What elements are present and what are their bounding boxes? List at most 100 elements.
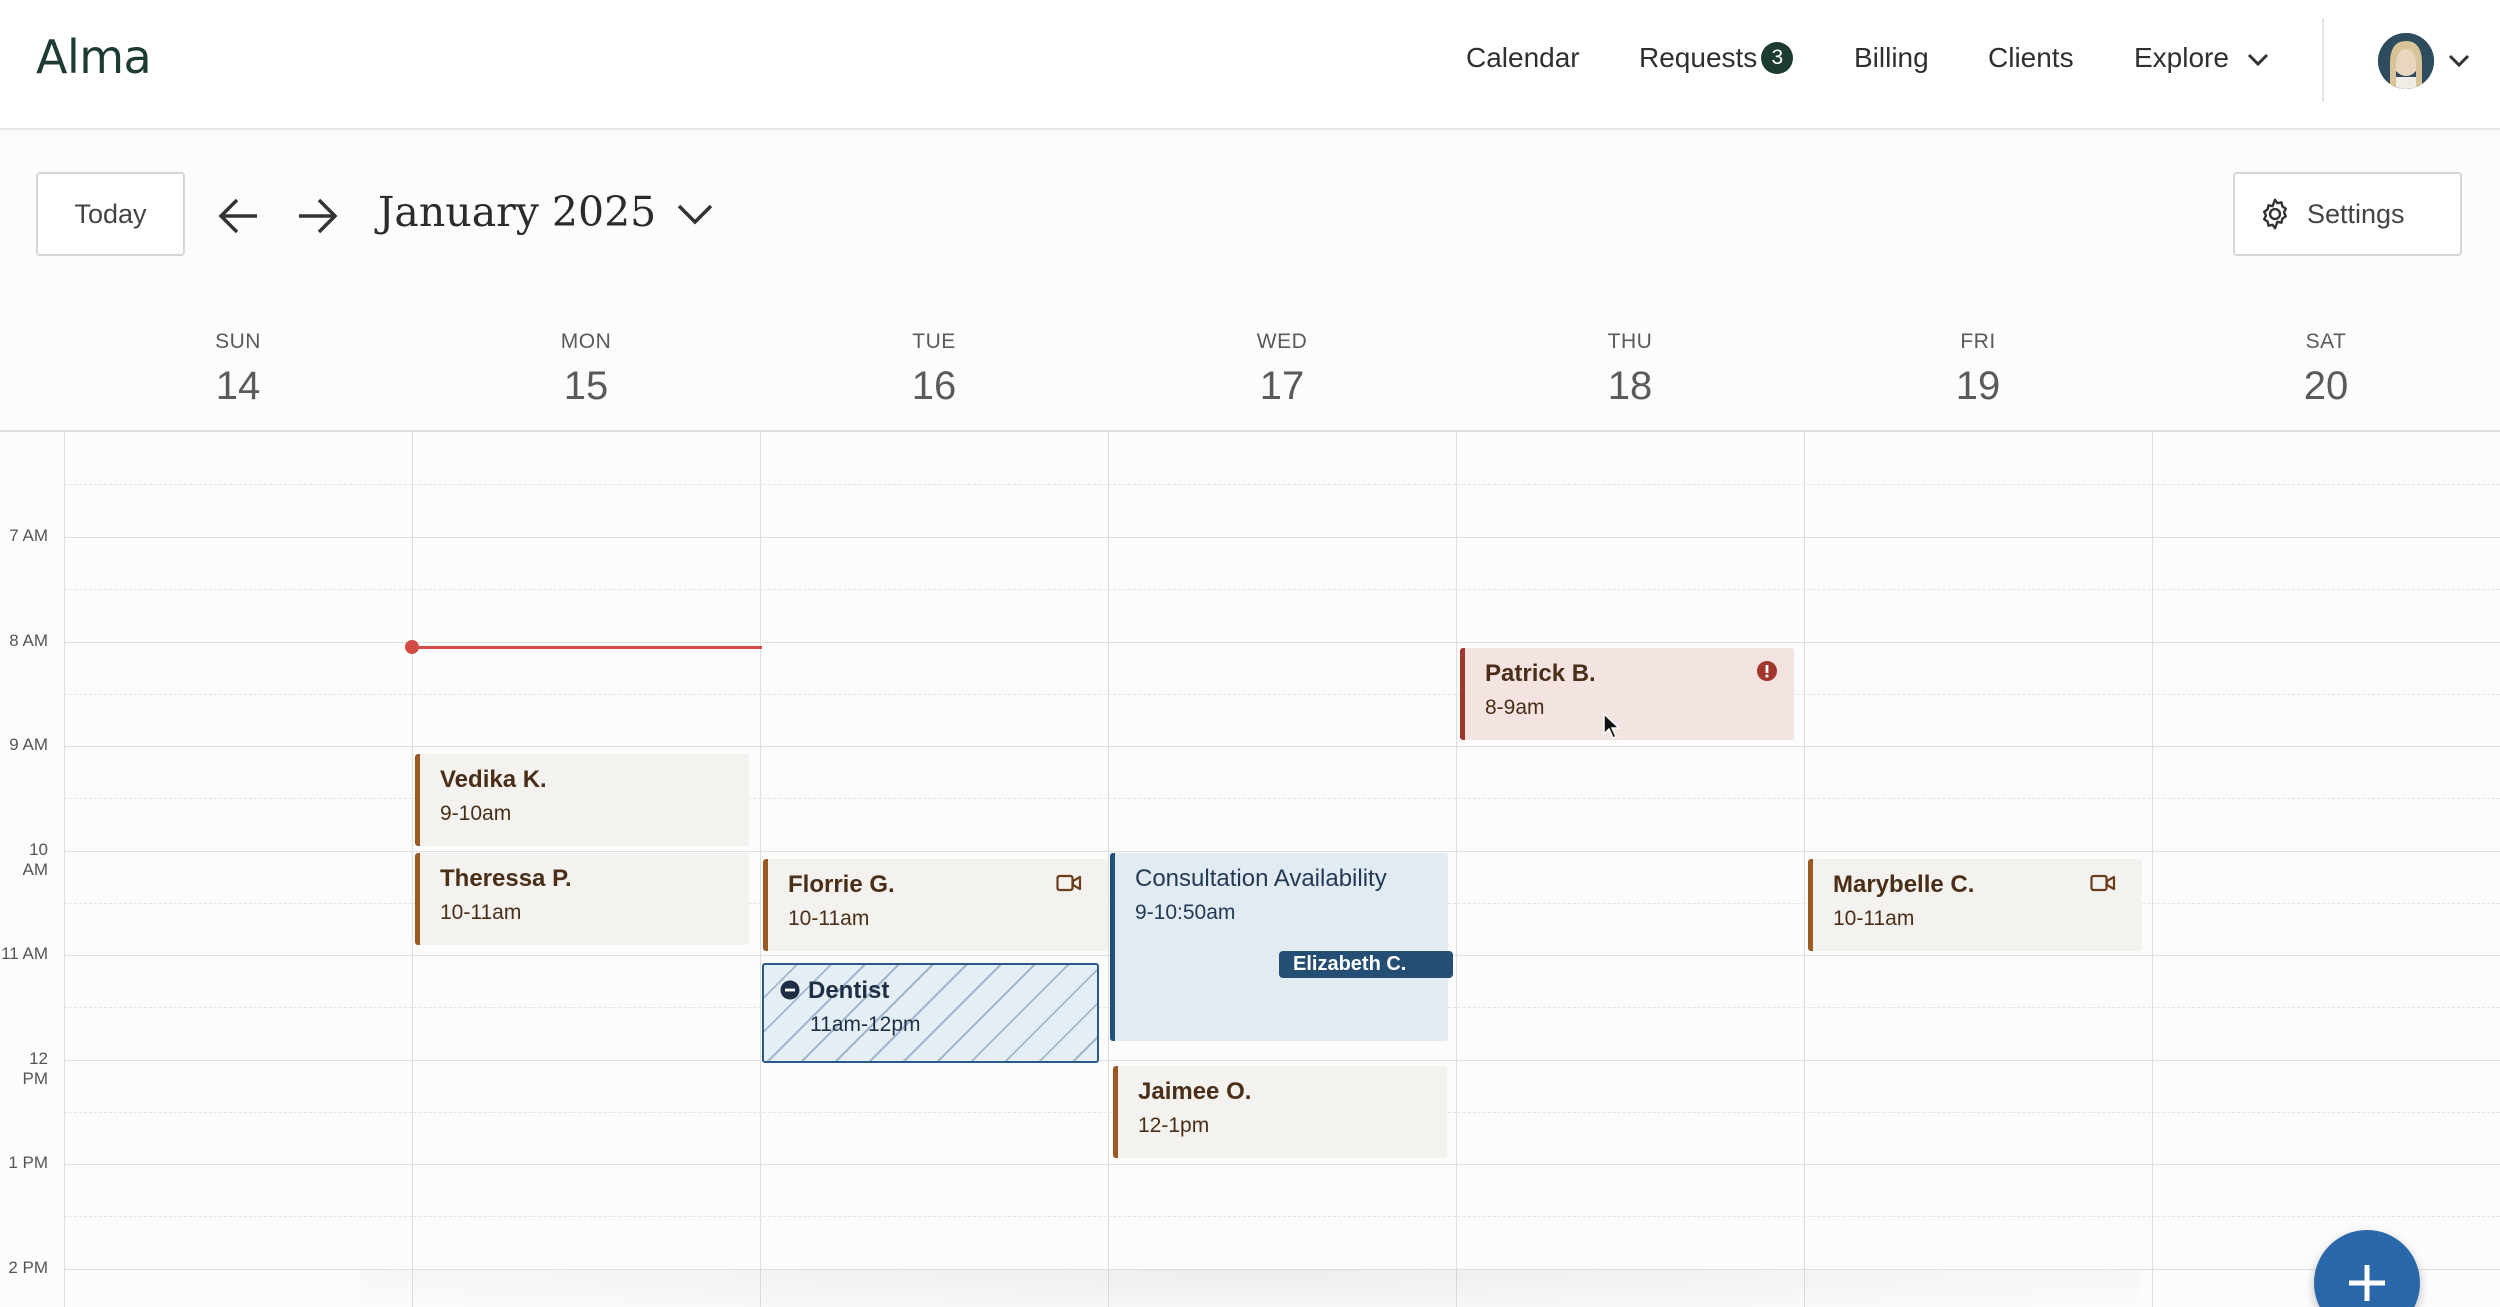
day-number: 14 — [215, 364, 261, 408]
column-line — [2152, 432, 2153, 1307]
plus-icon — [2349, 1265, 2385, 1301]
day-header-thu[interactable]: THU 18 — [1456, 330, 1804, 409]
account-chevron-down-icon[interactable] — [2448, 54, 2470, 68]
day-number: 17 — [1259, 364, 1305, 408]
current-time-dot — [405, 640, 419, 654]
user-avatar[interactable] — [2378, 33, 2434, 89]
alert-icon — [1757, 661, 1777, 681]
event-theressa[interactable]: Theressa P. 10-11am — [415, 853, 749, 945]
event-time: 11am-12pm — [810, 1013, 921, 1036]
alma-logo[interactable]: Alma — [36, 30, 152, 84]
event-time: 10-11am — [1833, 907, 1915, 930]
hour-line — [64, 851, 2500, 852]
event-jaimee[interactable]: Jaimee O. 12-1pm — [1113, 1066, 1447, 1158]
arrow-left-icon[interactable] — [217, 196, 261, 236]
month-chevron-down-icon[interactable] — [676, 202, 714, 226]
hour-line — [64, 746, 2500, 747]
nav-billing[interactable]: Billing — [1854, 42, 1929, 82]
event-time: 9-10am — [440, 802, 512, 825]
hour-line — [64, 1060, 2500, 1061]
event-vedika[interactable]: Vedika K. 9-10am — [415, 754, 749, 846]
time-label: 7 AM — [9, 526, 48, 545]
day-name: SUN — [215, 330, 261, 353]
event-time: 10-11am — [440, 901, 522, 924]
half-hour-line — [64, 694, 2500, 695]
event-florrie[interactable]: Florrie G. 10-11am — [763, 859, 1108, 951]
event-name: Patrick B. — [1485, 660, 1596, 687]
event-name-row: Dentist — [780, 977, 1081, 1005]
day-number: 18 — [1607, 364, 1653, 408]
time-label: 9 AM — [9, 735, 48, 754]
event-time: 12-1pm — [1138, 1114, 1210, 1137]
event-name: Theressa P. — [440, 865, 572, 892]
settings-label: Settings — [2307, 198, 2405, 229]
day-header-sun[interactable]: SUN 14 — [64, 330, 412, 409]
day-header-tue[interactable]: TUE 16 — [760, 330, 1108, 409]
nav-explore[interactable]: Explore — [2134, 42, 2269, 82]
today-button[interactable]: Today — [36, 172, 185, 256]
half-hour-line — [64, 484, 2500, 485]
bottom-shadow — [360, 1270, 2140, 1307]
day-name: FRI — [1960, 330, 1996, 353]
nav-divider — [2322, 18, 2324, 102]
chevron-down-icon — [2247, 53, 2268, 66]
nav-calendar[interactable]: Calendar — [1466, 42, 1580, 82]
nav-requests-label: Requests — [1639, 42, 1758, 73]
top-navigation-bar: Alma Calendar Requests 3 Billing Clients … — [0, 0, 2500, 130]
event-name: Florrie G. — [788, 871, 895, 898]
column-line — [412, 432, 413, 1307]
time-label: 2 PM — [8, 1258, 48, 1277]
day-header-fri[interactable]: FRI 19 — [1804, 330, 2152, 409]
event-name: Consultation Availability — [1135, 865, 1387, 892]
provider-tag: Elizabeth C. — [1279, 951, 1453, 978]
event-name: Dentist — [808, 977, 890, 1004]
day-number: 15 — [563, 364, 609, 408]
nav-explore-label: Explore — [2134, 42, 2229, 73]
time-label: 1 PM — [8, 1153, 48, 1172]
column-line — [760, 432, 761, 1307]
nav-requests[interactable]: Requests 3 — [1639, 42, 1794, 82]
event-name: Jaimee O. — [1138, 1078, 1252, 1105]
event-name: Vedika K. — [440, 766, 547, 793]
nav-clients[interactable]: Clients — [1988, 42, 2074, 82]
half-hour-line — [64, 589, 2500, 590]
settings-button[interactable]: Settings — [2233, 172, 2462, 256]
time-label: 11 AM — [1, 944, 48, 963]
column-line — [64, 432, 65, 1307]
day-number: 16 — [911, 364, 957, 408]
day-name: WED — [1256, 330, 1308, 353]
month-title: January 2025 — [378, 188, 657, 236]
block-icon — [780, 980, 800, 1000]
day-header-mon[interactable]: MON 15 — [412, 330, 760, 409]
event-name: Marybelle C. — [1833, 871, 1975, 898]
video-call-icon — [2090, 874, 2116, 892]
event-time: 10-11am — [788, 907, 870, 930]
day-header-sat[interactable]: SAT 20 — [2152, 330, 2500, 409]
day-name: SAT — [2305, 330, 2347, 353]
day-number: 19 — [1955, 364, 2001, 408]
arrow-right-icon[interactable] — [295, 196, 339, 236]
event-patrick[interactable]: Patrick B. 8-9am — [1460, 648, 1794, 740]
requests-count-badge: 3 — [1761, 42, 1794, 74]
day-name: MON — [560, 330, 612, 353]
hour-line — [64, 1164, 2500, 1165]
event-consultation-availability[interactable]: Consultation Availability 9-10:50am Eliz… — [1110, 853, 1453, 1041]
half-hour-line — [64, 1216, 2500, 1217]
column-line — [1804, 432, 1805, 1307]
event-marybelle[interactable]: Marybelle C. 10-11am — [1808, 859, 2142, 951]
time-label: 8 AM — [9, 631, 48, 650]
day-name: TUE — [912, 330, 956, 353]
current-time-line — [412, 646, 762, 649]
event-time: 8-9am — [1485, 696, 1545, 719]
time-label: 10 AM — [22, 840, 49, 879]
day-number: 20 — [2303, 364, 2349, 408]
time-label: 12 PM — [22, 1049, 49, 1088]
mouse-cursor-icon — [1603, 712, 1621, 740]
avatar-photo-icon — [2378, 33, 2434, 89]
column-line — [1108, 432, 1109, 1307]
day-header-wed[interactable]: WED 17 — [1108, 330, 1456, 409]
day-name: THU — [1607, 330, 1653, 353]
event-dentist-blocked[interactable]: Dentist 11am-12pm — [762, 963, 1099, 1063]
video-call-icon — [1056, 874, 1082, 892]
hour-line — [64, 537, 2500, 538]
